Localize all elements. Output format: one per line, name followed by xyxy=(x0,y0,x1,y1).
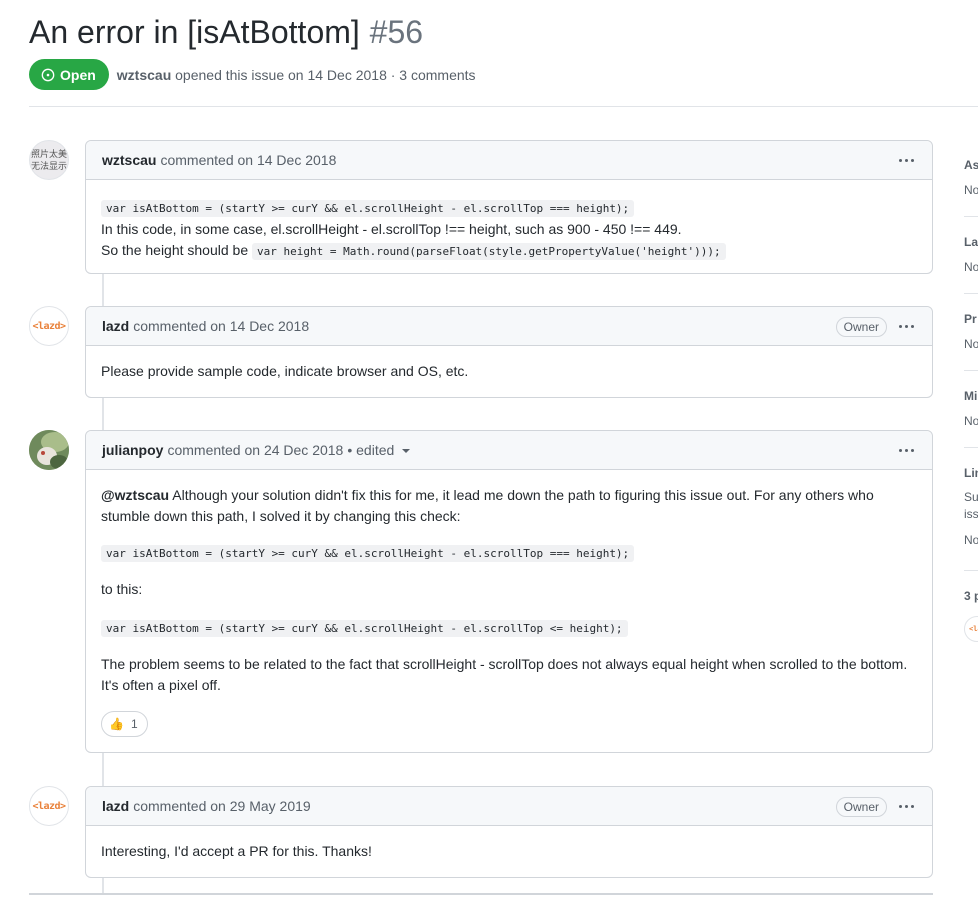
owner-badge: Owner xyxy=(835,796,887,817)
avatar-placeholder-text: 无法显示 xyxy=(30,161,67,171)
sidebar-divider xyxy=(964,370,978,371)
avatar-logo-text: <lazd> xyxy=(32,800,66,812)
sidebar-divider xyxy=(964,293,978,294)
code-snippet: var isAtBottom = (startY >= curY && el.s… xyxy=(101,200,635,217)
issue-title: An error in [isAtBottom] xyxy=(29,14,360,50)
comment: lazd commented on 14 Dec 2018 Owner Plea… xyxy=(85,306,933,398)
sidebar-heading: Mi xyxy=(964,389,978,403)
sidebar-heading: Pr xyxy=(964,312,977,326)
sidebar-heading: La xyxy=(964,235,978,249)
code-snippet: var isAtBottom = (startY >= curY && el.s… xyxy=(101,545,635,562)
issue-state-label: Open xyxy=(60,66,96,83)
kebab-menu-icon[interactable] xyxy=(897,321,916,332)
comment-text: Interesting, I'd accept a PR for this. T… xyxy=(101,843,372,859)
code-snippet: var height = Math.round(parseFloat(style… xyxy=(252,243,726,260)
issue-number: #56 xyxy=(369,14,424,50)
thumbs-up-reaction-button[interactable]: 👍 1 xyxy=(101,711,148,737)
caret-down-icon xyxy=(402,449,411,454)
comment-timestamp[interactable]: commented on 29 May 2019 xyxy=(133,798,310,814)
sidebar-value: No xyxy=(964,533,978,547)
header-divider xyxy=(29,106,978,107)
avatar[interactable]: <lazd> xyxy=(29,786,69,826)
timeline-connector xyxy=(102,877,104,893)
kebab-menu-icon[interactable] xyxy=(897,445,916,456)
timeline-connector xyxy=(102,273,104,307)
timeline-bottom-divider xyxy=(29,893,933,895)
sidebar-heading: As xyxy=(964,158,978,172)
comment-header: julianpoy commented on 24 Dec 2018 • edi… xyxy=(86,431,932,470)
sidebar-projects[interactable]: Pr No xyxy=(964,312,978,351)
user-mention-link[interactable]: @wztscau xyxy=(101,487,169,503)
issue-opened-icon xyxy=(41,68,55,81)
kebab-menu-icon[interactable] xyxy=(897,801,916,812)
issue-meta-detail: opened this issue on 14 Dec 2018 · 3 com… xyxy=(175,66,476,83)
avatar[interactable]: <lazd> xyxy=(29,306,69,346)
sidebar-value: No xyxy=(964,260,978,274)
sidebar-text: iss xyxy=(964,507,978,521)
timeline-connector xyxy=(102,397,104,431)
issue-state-badge: Open xyxy=(29,59,109,90)
comment: wztscau commented on 14 Dec 2018 var isA… xyxy=(85,140,933,274)
comment-text: Please provide sample code, indicate bro… xyxy=(101,363,469,379)
comment-body: var isAtBottom = (startY >= curY && el.s… xyxy=(86,180,932,276)
sidebar-value: No xyxy=(964,183,978,197)
comment: julianpoy commented on 24 Dec 2018 • edi… xyxy=(85,430,933,753)
sidebar-linked[interactable]: Lin Su iss No xyxy=(964,466,978,547)
sidebar-heading: Lin xyxy=(964,466,978,480)
comment-text: @wztscau Although your solution didn't f… xyxy=(101,487,874,524)
participant-avatar[interactable]: <la xyxy=(964,616,978,642)
thumbs-up-icon: 👍 xyxy=(109,716,124,731)
sidebar-heading: 3 p xyxy=(964,589,978,603)
sidebar-divider xyxy=(964,447,978,448)
comment-author-link[interactable]: julianpoy xyxy=(102,442,163,458)
code-snippet: var isAtBottom = (startY >= curY && el.s… xyxy=(101,620,628,637)
sidebar-divider xyxy=(964,570,978,571)
avatar-logo-text: <lazd> xyxy=(32,320,66,332)
sidebar-milestone[interactable]: Mi No xyxy=(964,389,978,428)
comment-timestamp[interactable]: commented on 14 Dec 2018 xyxy=(160,152,336,168)
comment-author-link[interactable]: wztscau xyxy=(102,152,156,168)
comment-body: Please provide sample code, indicate bro… xyxy=(86,346,932,396)
sidebar-value: No xyxy=(964,337,978,351)
sidebar-value: No xyxy=(964,414,978,428)
comment-header: lazd commented on 29 May 2019 Owner xyxy=(86,787,932,826)
sidebar-assignees[interactable]: As No xyxy=(964,158,978,197)
comment-author-link[interactable]: lazd xyxy=(102,318,129,334)
avatar-logo-text: <la xyxy=(969,625,978,633)
comment-body: @wztscau Although your solution didn't f… xyxy=(86,470,932,751)
comment-author-link[interactable]: lazd xyxy=(102,798,129,814)
comment-text: The problem seems to be related to the f… xyxy=(101,656,908,693)
comment: lazd commented on 29 May 2019 Owner Inte… xyxy=(85,786,933,878)
owner-badge: Owner xyxy=(835,316,887,337)
sidebar-participants: 3 p xyxy=(964,589,978,603)
reaction-count: 1 xyxy=(130,716,138,731)
comment-text: to this: xyxy=(101,581,143,597)
issue-title-row: An error in [isAtBottom] #56 xyxy=(29,12,423,52)
issue-meta: Open wztscau opened this issue on 14 Dec… xyxy=(29,59,476,90)
comment-header: lazd commented on 14 Dec 2018 Owner xyxy=(86,307,932,346)
reactions-row: 👍 1 xyxy=(101,711,917,737)
sidebar-text: Su xyxy=(964,490,978,504)
avatar[interactable] xyxy=(29,430,69,470)
kebab-menu-icon[interactable] xyxy=(897,155,916,166)
comment-timestamp[interactable]: commented on 14 Dec 2018 xyxy=(133,318,309,334)
avatar-placeholder-text: 照片太美 xyxy=(30,149,67,159)
comment-text: In this code, in some case, el.scrollHei… xyxy=(101,221,682,237)
timeline-connector xyxy=(102,752,104,787)
comment-text: So the height should be var height = Mat… xyxy=(101,240,917,262)
issue-meta-text: wztscau opened this issue on 14 Dec 2018… xyxy=(117,67,476,83)
comment-timestamp[interactable]: commented on 24 Dec 2018 xyxy=(167,442,343,458)
issue-author-link[interactable]: wztscau xyxy=(117,67,171,83)
edited-dropdown[interactable]: • edited xyxy=(347,442,411,458)
sidebar-divider xyxy=(964,216,978,217)
comment-header: wztscau commented on 14 Dec 2018 xyxy=(86,141,932,180)
sidebar-labels[interactable]: La No xyxy=(964,235,978,274)
avatar[interactable]: 照片太美 无法显示 xyxy=(29,140,69,180)
avatar-photo xyxy=(29,430,69,470)
comment-body: Interesting, I'd accept a PR for this. T… xyxy=(86,826,932,876)
